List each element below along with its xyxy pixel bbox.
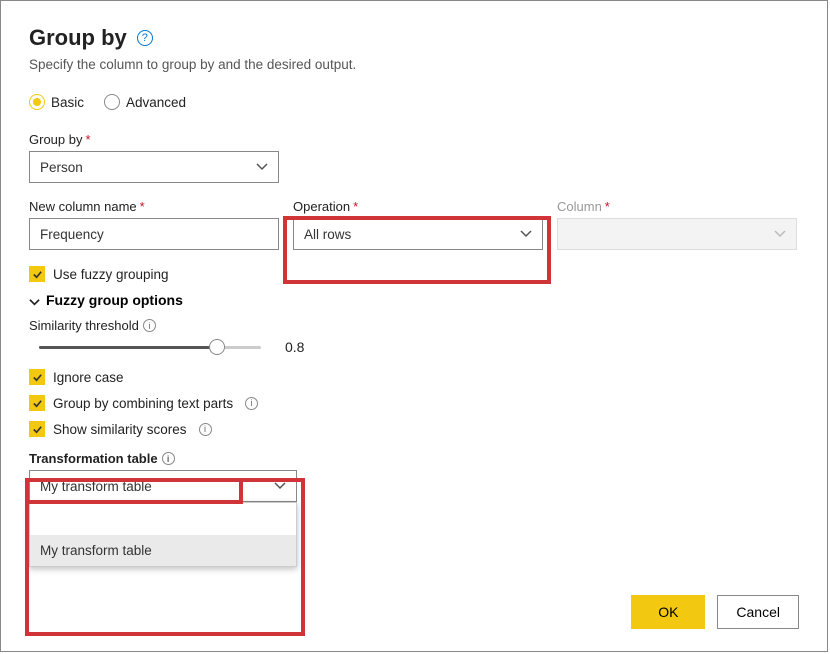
- column-select: [557, 218, 797, 250]
- dropdown-blank-item[interactable]: [30, 503, 296, 535]
- checkbox-icon: [29, 421, 45, 437]
- column-label: Column*: [557, 199, 797, 214]
- cancel-button[interactable]: Cancel: [717, 595, 799, 629]
- transform-dropdown: My transform table: [29, 502, 297, 567]
- newcolumn-input[interactable]: Frequency: [29, 218, 279, 250]
- chevron-down-icon: [520, 228, 532, 240]
- dialog-subtitle: Specify the column to group by and the d…: [29, 57, 799, 72]
- transform-select[interactable]: My transform table: [29, 470, 297, 502]
- checkbox-icon: [29, 369, 45, 385]
- similarity-label: Similarity threshold i: [29, 318, 799, 333]
- combine-text-checkbox[interactable]: Group by combining text parts i: [29, 395, 799, 411]
- slider-thumb[interactable]: [209, 339, 225, 355]
- groupby-label: Group by*: [29, 132, 799, 147]
- info-icon[interactable]: i: [245, 397, 258, 410]
- radio-advanced[interactable]: Advanced: [104, 94, 186, 110]
- radio-circle-icon: [104, 94, 120, 110]
- operation-select[interactable]: All rows: [293, 218, 543, 250]
- chevron-down-icon: [29, 295, 40, 306]
- fuzzy-options-toggle[interactable]: Fuzzy group options: [29, 292, 799, 308]
- transform-label: Transformation table i: [29, 451, 799, 466]
- checkbox-icon: [29, 395, 45, 411]
- info-icon[interactable]: i: [199, 423, 212, 436]
- newcolumn-label: New column name*: [29, 199, 279, 214]
- group-by-dialog: Group by ? Specify the column to group b…: [0, 0, 828, 652]
- chevron-down-icon: [274, 480, 286, 492]
- help-icon[interactable]: ?: [137, 30, 153, 46]
- checkbox-icon: [29, 266, 45, 282]
- ignore-case-checkbox[interactable]: Ignore case: [29, 369, 799, 385]
- similarity-slider[interactable]: [39, 339, 261, 355]
- dropdown-item[interactable]: My transform table: [30, 535, 296, 566]
- show-scores-checkbox[interactable]: Show similarity scores i: [29, 421, 799, 437]
- operation-label: Operation*: [293, 199, 543, 214]
- chevron-down-icon: [256, 161, 268, 173]
- ok-button[interactable]: OK: [631, 595, 705, 629]
- use-fuzzy-checkbox[interactable]: Use fuzzy grouping: [29, 266, 799, 282]
- chevron-down-icon: [774, 228, 786, 240]
- mode-radio-group: Basic Advanced: [29, 94, 799, 110]
- groupby-select[interactable]: Person: [29, 151, 279, 183]
- similarity-value: 0.8: [285, 339, 304, 355]
- radio-basic[interactable]: Basic: [29, 94, 84, 110]
- dialog-title: Group by: [29, 25, 127, 51]
- info-icon[interactable]: i: [162, 452, 175, 465]
- radio-circle-icon: [29, 94, 45, 110]
- info-icon[interactable]: i: [143, 319, 156, 332]
